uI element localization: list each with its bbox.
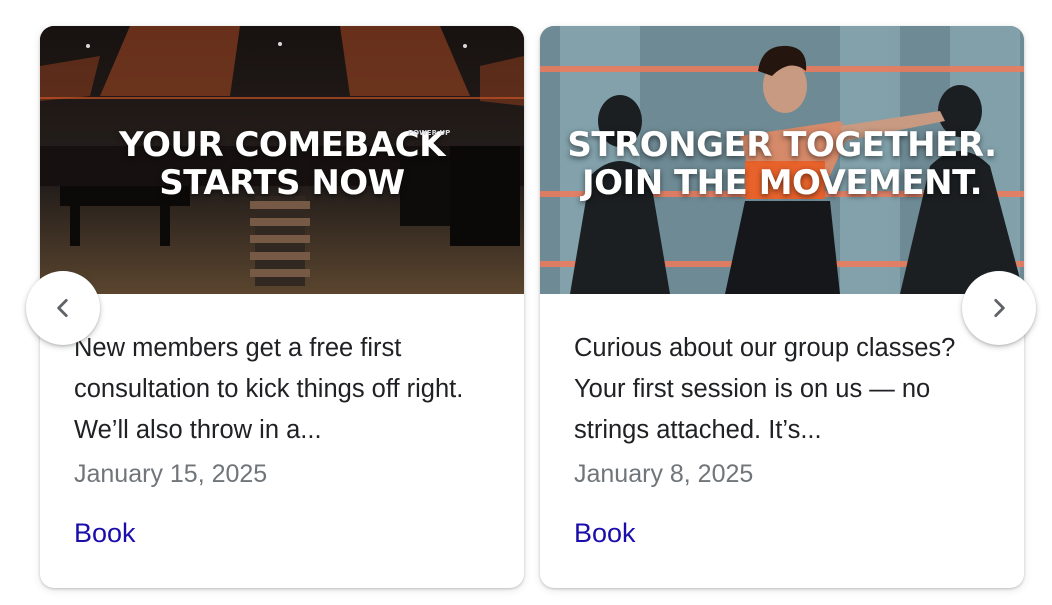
book-link[interactable]: Book bbox=[74, 518, 136, 549]
previous-button[interactable] bbox=[26, 271, 100, 345]
post-headline: STRONGER TOGETHER. JOIN THE MOVEMENT. bbox=[567, 125, 997, 203]
post-date: January 15, 2025 bbox=[74, 460, 268, 488]
post-date: January 8, 2025 bbox=[574, 460, 754, 488]
chevron-left-icon bbox=[57, 299, 68, 317]
posts-carousel: YOUR COMEBACK STARTS NOW POWER UP New me… bbox=[0, 0, 1052, 605]
post-card[interactable]: YOUR COMEBACK STARTS NOW POWER UP New me… bbox=[40, 26, 524, 588]
post-description: New members get a free first consultatio… bbox=[74, 334, 464, 444]
next-button[interactable] bbox=[962, 271, 1036, 345]
post-card[interactable]: STRONGER TOGETHER. JOIN THE MOVEMENT. Cu… bbox=[540, 26, 1024, 588]
chevron-right-icon bbox=[994, 299, 1005, 317]
post-image: STRONGER TOGETHER. JOIN THE MOVEMENT. bbox=[540, 26, 1024, 294]
post-image: YOUR COMEBACK STARTS NOW POWER UP bbox=[40, 26, 524, 294]
post-headline: YOUR COMEBACK STARTS NOW bbox=[119, 125, 445, 203]
gym-sign: POWER UP bbox=[408, 129, 451, 137]
post-description: Curious about our group classes? Your fi… bbox=[574, 334, 956, 444]
book-link[interactable]: Book bbox=[574, 518, 636, 549]
